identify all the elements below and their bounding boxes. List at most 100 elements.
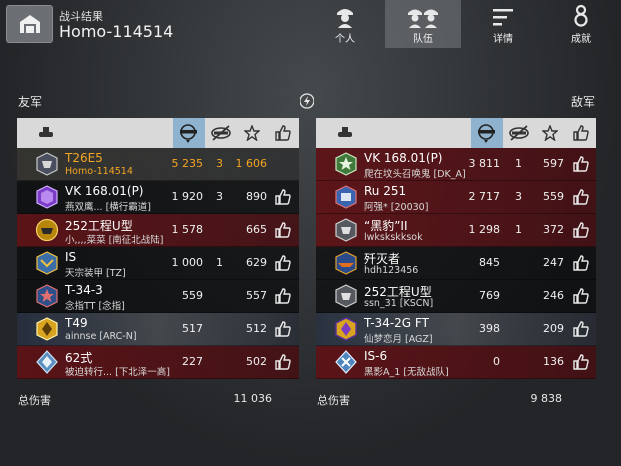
thumbs-up-icon[interactable]	[573, 288, 589, 304]
damage-value: 559	[182, 289, 203, 302]
column-damage[interactable]	[471, 118, 503, 148]
kills-value: 1	[515, 223, 522, 236]
player-name: 仙梦恋月 [AGZ]	[364, 334, 433, 345]
star-icon	[244, 125, 260, 141]
damage-value: 3 811	[468, 157, 501, 170]
xp-value: 559	[543, 190, 564, 203]
xp-value: 665	[246, 223, 267, 236]
player-name: hdh123456	[364, 265, 419, 276]
tank-name: T-34-2G FT	[364, 316, 429, 330]
tab-label: 队伍	[413, 34, 433, 45]
allies-table: T26E5 Homo-114514 5 235 3 1 606 VK 168.0…	[17, 118, 299, 379]
thumbs-up-icon[interactable]	[573, 156, 589, 172]
table-row[interactable]: 62式 被迫转行... [下北泽一高] 227 502	[17, 346, 299, 379]
damage-value: 769	[479, 289, 500, 302]
table-row[interactable]: Ru 251 阿强* [20030] 2 717 3 559	[316, 181, 596, 214]
tank-name: T-34-3	[65, 283, 103, 297]
player-name: 阿强* [20030]	[364, 202, 429, 213]
damage-value: 5 235	[171, 157, 204, 170]
column-like[interactable]	[269, 118, 297, 148]
xp-value: 890	[246, 190, 267, 203]
xp-value: 136	[543, 355, 564, 368]
tank-class-badge-icon	[36, 317, 58, 341]
damage-value: 2 717	[468, 190, 501, 203]
thumbs-up-icon[interactable]	[275, 288, 291, 304]
list-icon	[493, 9, 513, 26]
soldier-icon	[337, 9, 353, 28]
allies-table-header	[17, 118, 299, 148]
thumbs-up-icon[interactable]	[573, 255, 589, 271]
tab-team[interactable]: 队伍	[385, 0, 461, 48]
thumbs-up-icon[interactable]	[573, 354, 589, 370]
tank-class-badge-icon	[36, 350, 58, 374]
medal-icon	[574, 4, 588, 27]
table-row[interactable]: 歼灭者 hdh123456 845 247	[316, 247, 596, 280]
damage-icon	[478, 124, 495, 143]
player-name: Homo-114514	[65, 166, 133, 177]
thumbs-up-icon[interactable]	[573, 222, 589, 238]
thumbs-up-icon[interactable]	[275, 354, 291, 370]
tab-achievements[interactable]: 成就	[543, 0, 619, 48]
damage-value: 845	[479, 256, 500, 269]
xp-value: 512	[246, 322, 267, 335]
table-row[interactable]: VK 168.01(P) 燕双鹰... [横行霸道] 1 920 3 890	[17, 181, 299, 214]
tank-name: VK 168.01(P)	[364, 151, 443, 165]
table-row[interactable]: T-34-2G FT 仙梦恋月 [AGZ] 398 209	[316, 313, 596, 346]
tank-class-badge-icon	[36, 251, 58, 275]
table-row[interactable]: T49 ainnse [ARC-N] 517 512	[17, 313, 299, 346]
player-name: 爬在坟头召唤鬼 [DK_A]	[364, 169, 466, 180]
table-row[interactable]: T26E5 Homo-114514 5 235 3 1 606	[17, 148, 299, 181]
xp-value: 372	[543, 223, 564, 236]
damage-value: 1 298	[468, 223, 501, 236]
tank-class-badge-icon	[335, 218, 357, 242]
player-name: 黑影A_1 [无敌战队]	[364, 367, 449, 378]
column-kills[interactable]	[207, 118, 235, 148]
table-row[interactable]: IS-6 黑影A_1 [无敌战队] 0 136	[316, 346, 596, 379]
thumbs-up-icon[interactable]	[275, 321, 291, 337]
thumbs-up-icon[interactable]	[573, 189, 589, 205]
xp-value: 1 606	[235, 157, 268, 170]
tab-personal[interactable]: 个人	[307, 0, 383, 48]
kills-value: 3	[216, 157, 223, 170]
tank-name: IS	[65, 250, 77, 264]
xp-value: 247	[543, 256, 564, 269]
table-row[interactable]: T-34-3 念指TT [念指] 559 557	[17, 280, 299, 313]
xp-value: 597	[543, 157, 564, 170]
allies-total-label: 总伤害	[18, 394, 51, 407]
table-row[interactable]: VK 168.01(P) 爬在坟头召唤鬼 [DK_A] 3 811 1 597	[316, 148, 596, 181]
column-like[interactable]	[567, 118, 595, 148]
kills-icon	[509, 125, 529, 141]
table-row[interactable]: “黑豹”II lwkskskksok 1 298 1 372	[316, 214, 596, 247]
allies-label: 友军	[18, 95, 43, 109]
tank-class-badge-icon	[335, 350, 357, 374]
column-tank[interactable]	[31, 118, 61, 148]
tank-class-badge-icon	[335, 152, 357, 176]
hangar-icon	[19, 15, 40, 33]
enemies-label: 敌军	[571, 95, 596, 109]
damage-value: 227	[182, 355, 203, 368]
thumbs-up-icon[interactable]	[275, 222, 291, 238]
thumbs-up-icon[interactable]	[275, 255, 291, 271]
table-row[interactable]: 252工程U型 ssn_31 [KSCN] 769 246	[316, 280, 596, 313]
column-xp[interactable]	[239, 118, 265, 148]
tank-name: VK 168.01(P)	[65, 184, 144, 198]
enemies-table: VK 168.01(P) 爬在坟头召唤鬼 [DK_A] 3 811 1 597 …	[316, 118, 596, 379]
kills-value: 3	[216, 190, 223, 203]
tank-icon	[338, 127, 352, 137]
tab-details[interactable]: 详情	[465, 0, 541, 48]
thumbs-up-icon	[573, 125, 589, 141]
column-damage[interactable]	[173, 118, 205, 148]
thumbs-up-icon[interactable]	[275, 189, 291, 205]
table-row[interactable]: 252工程U型 小,,,,菜菜 [南征北战陆] 1 578 665	[17, 214, 299, 247]
column-kills[interactable]	[505, 118, 533, 148]
column-tank[interactable]	[330, 118, 360, 148]
tank-name: T26E5	[65, 151, 103, 165]
star-icon	[542, 125, 558, 141]
hangar-button[interactable]	[6, 5, 53, 43]
map-title: Homo-114514	[59, 22, 174, 41]
tank-class-badge-icon	[36, 152, 58, 176]
tank-name: IS-6	[364, 349, 388, 363]
thumbs-up-icon[interactable]	[573, 321, 589, 337]
table-row[interactable]: IS 天宗装甲 [TZ] 1 000 1 629	[17, 247, 299, 280]
column-xp[interactable]	[537, 118, 563, 148]
